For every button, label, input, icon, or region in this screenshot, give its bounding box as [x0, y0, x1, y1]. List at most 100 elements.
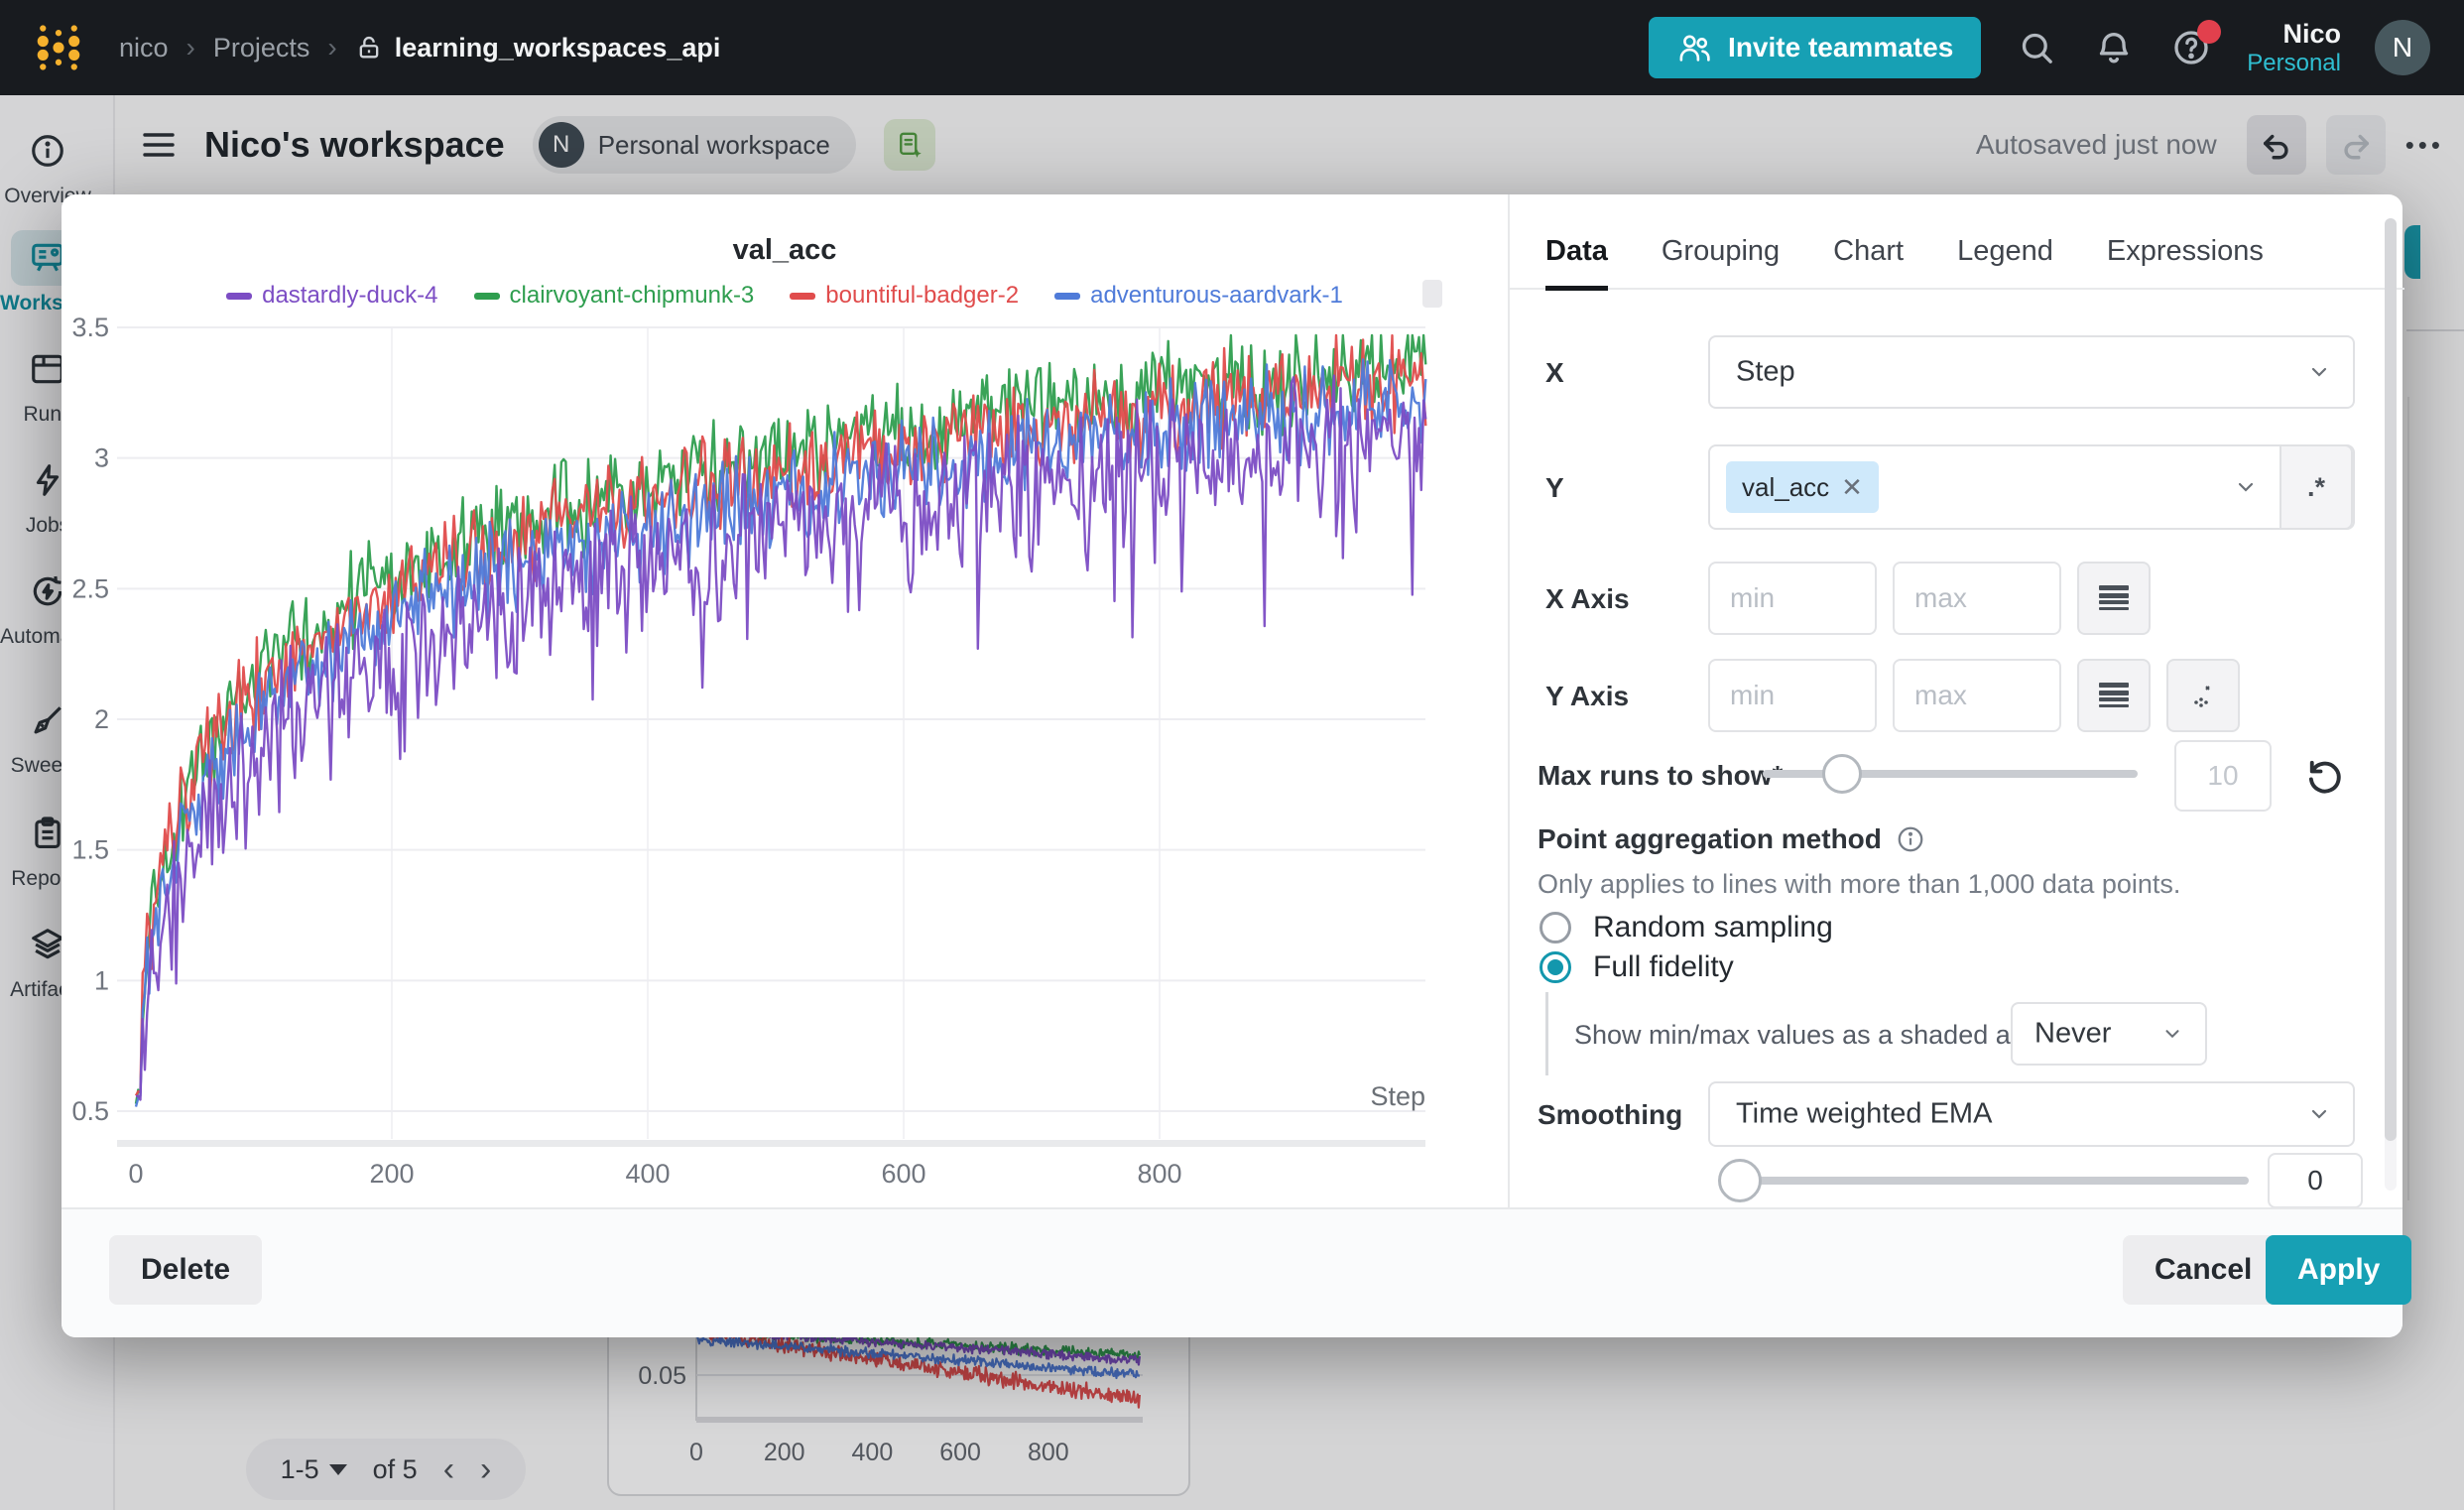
cancel-button[interactable]: Cancel — [2123, 1235, 2283, 1305]
chart-title: val_acc — [62, 234, 1508, 267]
breadcrumb-project[interactable]: learning_workspaces_api — [355, 33, 721, 63]
svg-text:2: 2 — [94, 704, 109, 734]
y-metric-chip: val_acc ✕ — [1726, 461, 1879, 513]
lock-icon — [355, 33, 383, 63]
legend-item: bountiful-badger-2 — [790, 282, 1019, 310]
radio-icon-checked[interactable] — [1540, 951, 1571, 983]
apply-button[interactable]: Apply — [2266, 1235, 2411, 1305]
user-avatar[interactable]: N — [2375, 20, 2430, 75]
chip-remove-icon[interactable]: ✕ — [1841, 472, 1863, 503]
y-axis-outliers-button[interactable] — [2166, 659, 2240, 732]
max-runs-slider[interactable] — [1763, 770, 2138, 778]
modal-footer: Delete Cancel Apply — [62, 1207, 2402, 1337]
x-metric-select[interactable]: Step — [1708, 335, 2355, 409]
regex-toggle-button[interactable]: .* — [2279, 444, 2353, 530]
invite-teammates-button[interactable]: Invite teammates — [1649, 17, 1981, 78]
tab-data[interactable]: Data — [1545, 213, 1608, 289]
point-aggregation-title: Point aggregation method — [1538, 823, 1882, 855]
user-name: Nico — [2247, 19, 2341, 50]
panel-edit-modal: val_acc dastardly-duck-4 clairvoyant-chi… — [62, 194, 2402, 1337]
top-navbar: nico › Projects › learning_workspaces_ap… — [0, 0, 2464, 95]
notifications-bell-icon[interactable] — [2092, 26, 2136, 69]
legend-item: dastardly-duck-4 — [226, 282, 437, 310]
chevron-down-icon — [2234, 475, 2258, 499]
svg-text:800: 800 — [1137, 1159, 1181, 1189]
x-axis-min-input[interactable] — [1708, 562, 1877, 635]
legend-item: adventurous-aardvark-1 — [1054, 282, 1343, 310]
legend-swatch — [474, 293, 500, 300]
y-axis-min-input[interactable] — [1708, 659, 1877, 732]
breadcrumb-separator: › — [186, 32, 195, 63]
y-field-label: Y — [1545, 472, 1564, 504]
chevron-down-icon — [2161, 1023, 2183, 1045]
smoothing-label: Smoothing — [1538, 1099, 1682, 1131]
svg-text:0: 0 — [128, 1159, 143, 1189]
svg-text:3: 3 — [94, 443, 109, 473]
chevron-down-icon — [2307, 1102, 2331, 1126]
tab-chart[interactable]: Chart — [1833, 213, 1904, 289]
breadcrumb-projects[interactable]: Projects — [213, 33, 310, 63]
tab-legend[interactable]: Legend — [1957, 213, 2053, 289]
breadcrumb-project-name: learning_workspaces_api — [395, 33, 721, 63]
point-aggregation-help: Only applies to lines with more than 1,0… — [1538, 869, 2180, 900]
x-axis-label: X Axis — [1545, 583, 1630, 615]
max-runs-label: Max runs to show* — [1538, 760, 1783, 792]
point-aggregation-title-row: Point aggregation method — [1538, 823, 1925, 855]
smoothing-slider[interactable] — [1740, 1177, 2249, 1185]
max-runs-reset-icon[interactable] — [2303, 754, 2345, 796]
val-acc-line-chart[interactable]: 0.511.522.533.50200400600800Step — [62, 314, 1508, 1206]
chevron-down-icon — [2307, 360, 2331, 384]
radio-label: Random sampling — [1593, 911, 1833, 944]
breadcrumb-org[interactable]: nico — [119, 33, 169, 63]
max-runs-value-input[interactable] — [2174, 740, 2272, 812]
wandb-logo[interactable] — [34, 20, 83, 75]
smoothing-value-input[interactable] — [2268, 1153, 2363, 1208]
smoothing-type-select[interactable]: Time weighted EMA — [1708, 1081, 2355, 1147]
max-runs-slider-thumb[interactable] — [1822, 754, 1862, 794]
delete-button[interactable]: Delete — [109, 1235, 262, 1305]
y-metric-multiselect[interactable]: val_acc ✕ .* — [1708, 444, 2355, 530]
full-fidelity-options: Show min/max values as a shaded area Nev… — [1545, 992, 2369, 1075]
radio-random-sampling[interactable]: Random sampling — [1540, 911, 1833, 944]
breadcrumb: nico › Projects › learning_workspaces_ap… — [119, 32, 720, 63]
settings-tabs: Data Grouping Chart Legend Expressions — [1510, 214, 2404, 290]
invite-teammates-label: Invite teammates — [1728, 32, 1953, 63]
people-icon — [1676, 31, 1712, 64]
minmax-shaded-label: Show min/max values as a shaded area — [1574, 1020, 2049, 1051]
tab-grouping[interactable]: Grouping — [1662, 213, 1780, 289]
radio-icon[interactable] — [1540, 912, 1571, 944]
smoothing-type-value: Time weighted EMA — [1736, 1098, 1992, 1131]
search-icon[interactable] — [2015, 26, 2058, 69]
info-icon[interactable] — [1896, 824, 1925, 854]
legend-swatch — [1054, 293, 1080, 300]
panel-scrollbar[interactable] — [2385, 218, 2397, 1191]
svg-text:3.5: 3.5 — [71, 314, 109, 342]
user-menu[interactable]: Nico Personal — [2247, 19, 2341, 77]
y-axis-label: Y Axis — [1545, 681, 1629, 712]
breadcrumb-separator: › — [327, 32, 336, 63]
svg-text:200: 200 — [369, 1159, 414, 1189]
y-axis-log-scale-button[interactable] — [2077, 659, 2151, 732]
notification-dot — [2197, 20, 2221, 44]
chart-preview-area: val_acc dastardly-duck-4 clairvoyant-chi… — [62, 194, 1508, 1207]
help-icon[interactable] — [2169, 26, 2213, 69]
radio-full-fidelity[interactable]: Full fidelity — [1540, 950, 1734, 984]
svg-text:600: 600 — [881, 1159, 925, 1189]
x-axis-max-input[interactable] — [1893, 562, 2061, 635]
user-scope: Personal — [2247, 50, 2341, 77]
tab-expressions[interactable]: Expressions — [2107, 213, 2264, 289]
legend-swatch — [226, 293, 252, 300]
y-metric-chip-label: val_acc — [1742, 472, 1829, 503]
svg-text:2.5: 2.5 — [71, 573, 109, 603]
chart-legend: dastardly-duck-4 clairvoyant-chipmunk-3 … — [62, 282, 1508, 310]
radio-label: Full fidelity — [1593, 950, 1734, 984]
y-axis-max-input[interactable] — [1893, 659, 2061, 732]
legend-scroll-nub[interactable] — [1422, 280, 1442, 308]
x-field-label: X — [1545, 357, 1564, 389]
minmax-shaded-select[interactable]: Never — [2011, 1002, 2207, 1066]
legend-item: clairvoyant-chipmunk-3 — [474, 282, 755, 310]
x-axis-log-scale-button[interactable] — [2077, 562, 2151, 635]
legend-swatch — [790, 293, 815, 300]
smoothing-slider-thumb[interactable] — [1718, 1159, 1762, 1202]
panel-scrollbar-thumb[interactable] — [2385, 218, 2397, 1141]
